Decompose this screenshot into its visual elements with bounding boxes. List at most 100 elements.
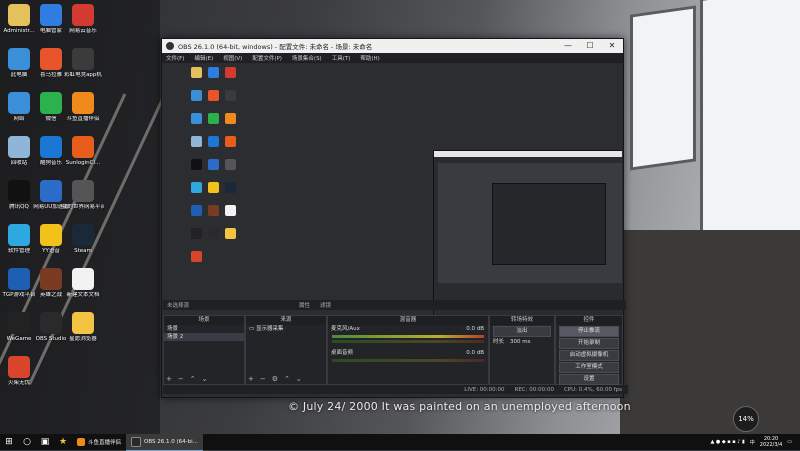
desktop-icon[interactable]: SunloginCl... xyxy=(62,136,104,167)
down-icon[interactable]: ⌄ xyxy=(202,375,208,383)
controls-header: 控件 xyxy=(556,316,622,325)
settings-button[interactable]: 设置 xyxy=(559,374,619,385)
mixer-panel: 混音器 麦克风/Aux 0.0 dB 桌面音频 0.0 dB xyxy=(327,315,489,385)
preview-app-icon xyxy=(208,182,219,193)
virtual-camera-button[interactable]: 启动虚拟摄像机 xyxy=(559,350,619,361)
preview-app-icon xyxy=(225,90,236,101)
preview-app-icon xyxy=(225,205,236,216)
app-icon xyxy=(72,312,94,334)
app-icon xyxy=(8,356,30,378)
menu-edit[interactable]: 编辑(E) xyxy=(194,54,213,62)
close-button[interactable]: ✕ xyxy=(601,39,623,53)
menu-help[interactable]: 帮助(H) xyxy=(360,54,379,62)
taskbar-item[interactable]: 斗鱼直播伴侣 xyxy=(72,434,126,450)
desktop-icon-label: 新建文本文档 xyxy=(66,292,100,298)
desktop-icon-label: SunloginCl... xyxy=(65,160,101,166)
duration-input[interactable]: 300 ms xyxy=(510,338,530,346)
preview-app-icon xyxy=(191,251,202,262)
desktop-icon[interactable]: 网易云音乐 xyxy=(62,4,104,35)
stop-streaming-button[interactable]: 停止推流 xyxy=(559,326,619,337)
desktop-icon[interactable]: 我的世界网易平台 xyxy=(62,180,104,211)
performance-badge: 14% xyxy=(733,406,759,432)
duration-label: 时长 xyxy=(493,339,505,345)
nested-title-bar xyxy=(434,151,622,157)
filters-button[interactable]: 滤镜 xyxy=(320,301,331,309)
desktop-icon[interactable]: 新建文本文档 xyxy=(62,268,104,299)
add-icon[interactable]: + xyxy=(248,375,254,383)
desktop-icon-label: 火柴无忧 xyxy=(7,380,30,386)
obs-preview[interactable] xyxy=(163,64,622,336)
menu-tools[interactable]: 工具(T) xyxy=(332,54,351,62)
preview-app-icon xyxy=(208,159,219,170)
desktop-icon-label: 星愿浏览器 xyxy=(69,336,97,342)
star-icon[interactable]: ★ xyxy=(54,434,72,450)
add-icon[interactable]: + xyxy=(166,375,172,383)
app-icon xyxy=(72,4,94,26)
menu-view[interactable]: 视图(V) xyxy=(223,54,242,62)
studio-mode-button[interactable]: 工作室模式 xyxy=(559,362,619,373)
taskbar-item-label: 斗鱼直播伴侣 xyxy=(88,440,122,446)
douyu-icon xyxy=(77,438,85,446)
preview-app-icon xyxy=(225,182,236,193)
channel-db: 0.0 dB xyxy=(466,326,484,332)
up-icon[interactable]: ⌃ xyxy=(284,375,290,383)
up-icon[interactable]: ⌃ xyxy=(190,375,196,383)
start-button[interactable]: ⊞ xyxy=(0,434,18,450)
preview-app-icon xyxy=(225,159,236,170)
app-icon xyxy=(72,136,94,158)
source-toolbar: 未选择源 属性 滤镜 xyxy=(163,300,626,310)
minimize-button[interactable]: — xyxy=(557,39,579,53)
desktop-icon[interactable]: 火柴无忧 xyxy=(0,356,40,387)
preview-app-icon xyxy=(191,205,202,216)
obs-window[interactable]: OBS 26.1.0 (64-bit, windows) - 配置文件: 未命名… xyxy=(161,38,628,398)
app-icon xyxy=(8,180,30,202)
obs-menu-bar: 文件(F) 编辑(E) 视图(V) 配置文件(P) 场景集合(S) 工具(T) … xyxy=(162,53,623,63)
app-icon xyxy=(8,4,30,26)
tray-icons[interactable]: ▲ ● ◆ ▪ ▪ ♪ ▮ xyxy=(710,439,744,445)
menu-profile[interactable]: 配置文件(P) xyxy=(252,54,282,62)
desktop-icon[interactable]: 斗鱼直播伴侣 xyxy=(62,92,104,123)
volume-meter xyxy=(332,335,484,338)
input-language[interactable]: 中 xyxy=(750,439,755,446)
preview-app-icon xyxy=(208,205,219,216)
preview-app-icon xyxy=(208,67,219,78)
properties-button[interactable]: 属性 xyxy=(299,301,310,309)
desktop-icon[interactable]: 彩虹电竞app机 xyxy=(62,48,104,79)
desktop-icon-label: Steam xyxy=(74,248,92,254)
menu-scene-collection[interactable]: 场景集合(S) xyxy=(292,54,322,62)
preview-app-icon xyxy=(208,136,219,147)
nested-preview-inner xyxy=(492,183,606,265)
scene-item[interactable]: 场景 2 xyxy=(164,333,244,341)
app-icon xyxy=(8,136,30,158)
obs-logo-icon xyxy=(166,42,174,50)
remove-icon[interactable]: − xyxy=(260,375,266,383)
remove-icon[interactable]: − xyxy=(178,375,184,383)
volume-slider[interactable] xyxy=(332,359,484,362)
menu-file[interactable]: 文件(F) xyxy=(166,54,184,62)
start-recording-button[interactable]: 开始录制 xyxy=(559,338,619,349)
taskbar-item[interactable]: OBS 26.1.0 (64-bi... xyxy=(126,433,203,451)
preview-app-icon xyxy=(191,159,202,170)
transition-select[interactable]: 淡出 xyxy=(493,326,551,337)
app-icon xyxy=(8,224,30,246)
search-icon[interactable]: ○ xyxy=(18,434,36,450)
notification-icon[interactable]: ▭ xyxy=(787,439,792,445)
obs-title-bar[interactable]: OBS 26.1.0 (64-bit, windows) - 配置文件: 未命名… xyxy=(162,39,623,53)
down-icon[interactable]: ⌄ xyxy=(296,375,302,383)
maximize-button[interactable]: ☐ xyxy=(579,39,601,53)
volume-slider[interactable] xyxy=(332,340,484,343)
clock[interactable]: 20:20 2022/3/4 xyxy=(760,436,782,448)
source-item[interactable]: ▭ 显示器采集 xyxy=(246,325,326,333)
preview-app-icon xyxy=(225,228,236,239)
obs-title-text: OBS 26.1.0 (64-bit, windows) - 配置文件: 未命名… xyxy=(178,43,373,51)
channel-db: 0.0 dB xyxy=(466,350,484,356)
desktop-icon[interactable]: Steam xyxy=(62,224,104,255)
scene-item[interactable]: 场景 xyxy=(164,325,244,333)
system-tray: ▲ ● ◆ ▪ ▪ ♪ ▮ 中 20:20 2022/3/4 ▭ xyxy=(710,436,800,448)
channel-name: 麦克风/Aux xyxy=(331,326,360,332)
desktop-icon[interactable]: 星愿浏览器 xyxy=(62,312,104,343)
taskbar-item-label: OBS 26.1.0 (64-bi... xyxy=(144,438,198,445)
gear-icon[interactable]: ⚙ xyxy=(272,375,278,383)
preview-app-icon xyxy=(208,228,219,239)
task-view-icon[interactable]: ▣ xyxy=(36,434,54,450)
